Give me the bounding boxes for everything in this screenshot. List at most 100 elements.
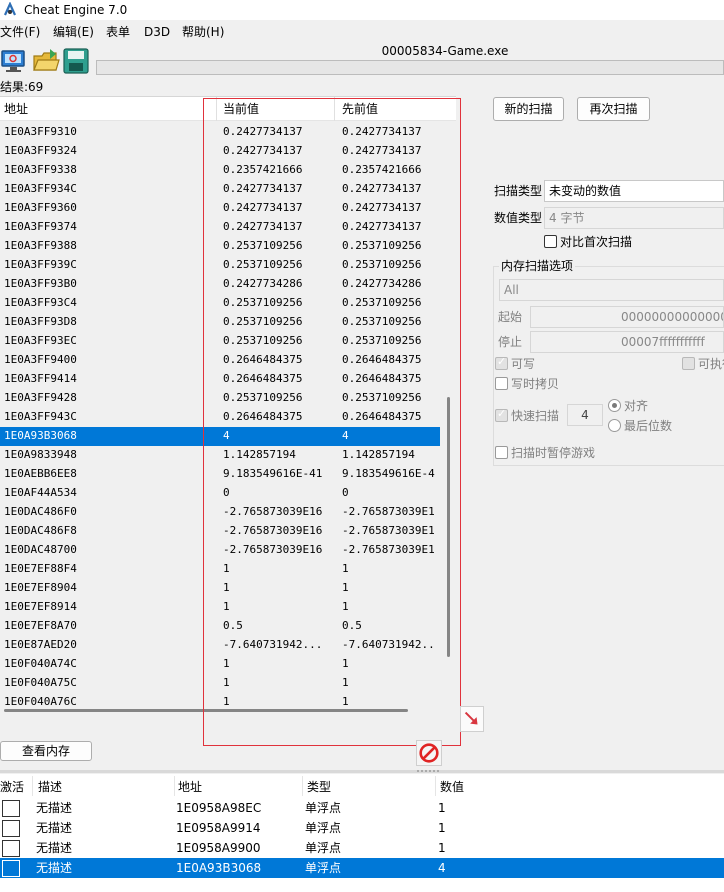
result-row[interactable]: 1E0A93B3068 4 4 [0,427,440,446]
result-value: -2.765873039E16 [223,524,323,537]
column-header-value[interactable]: 当前值 [223,102,259,116]
save-icon[interactable] [62,47,90,75]
result-row[interactable]: 1E0A3FF9414 0.2646484375 0.2646484375 [0,370,440,389]
result-row[interactable]: 1E0DAC486F8 -2.765873039E16 -2.765873039E1 [0,522,440,541]
results-vertical-scrollbar[interactable] [440,121,456,716]
result-row[interactable]: 1E0A3FF9324 0.2427734137 0.2427734137 [0,142,440,161]
scan-type-select[interactable]: 未变动的数值 [544,180,724,202]
result-row[interactable]: 1E0A3FF9310 0.2427734137 0.2427734137 [0,123,440,142]
fast-scan-checkbox[interactable] [495,407,508,422]
next-scan-button[interactable]: 再次扫描 [577,97,650,121]
value-type-select[interactable]: 4 字节 [544,207,724,229]
result-address: 1E0A3FF93B0 [4,277,77,290]
executable-label: 可执行 [698,357,724,371]
result-row[interactable]: 1E0A3FF93C4 0.2537109256 0.2537109256 [0,294,440,313]
result-row[interactable]: 1E0E7EF8904 1 1 [0,579,440,598]
column-divider[interactable] [302,776,303,796]
result-row[interactable]: 1E0AEBB6EE8 9.183549616E-41 9.183549616E-4 [0,465,440,484]
menu-file[interactable]: 文件(F) [0,25,40,39]
result-row[interactable]: 1E0F040A74C 1 1 [0,655,440,674]
pause-game-checkbox[interactable] [495,446,508,459]
memory-region-select[interactable]: All [499,279,724,301]
column-divider[interactable] [174,776,175,796]
column-divider[interactable] [32,776,33,796]
open-folder-icon[interactable] [32,47,60,75]
executable-checkbox[interactable] [682,357,695,370]
start-address-input[interactable]: 0000000000000000 [530,306,724,328]
address-list-row[interactable]: 无描述 1E0A93B3068 单浮点 4 [0,858,724,878]
column-header-address[interactable]: 地址 [178,780,202,794]
address-list-row[interactable]: 无描述 1E0958A9900 单浮点 1 [0,838,724,858]
scroll-thumb[interactable] [447,397,450,657]
stop-icon[interactable] [416,740,442,766]
writable-label: 可写 [511,357,536,371]
column-header-previous[interactable]: 先前值 [342,102,378,116]
writable-checkbox[interactable] [495,355,508,370]
new-scan-button[interactable]: 新的扫描 [493,97,564,121]
address-list[interactable]: 激活 描述 地址 类型 数值 无描述 1E0958A98EC 单浮点 1 无描述 1E09… [0,774,724,892]
result-previous-value: 0.2537109256 [342,334,422,347]
scan-results-list[interactable]: 地址 当前值 先前值 1E0A3FF9310 0.2427734137 0.2427… [0,96,456,716]
panel-splitter[interactable] [0,770,724,773]
menu-edit[interactable]: 编辑(E) [53,25,94,39]
active-checkbox[interactable] [2,840,20,857]
select-process-icon[interactable] [0,47,28,75]
result-row[interactable]: 1E0A3FF9400 0.2646484375 0.2646484375 [0,351,440,370]
copy-on-write-checkbox[interactable] [495,377,508,390]
column-header-address[interactable]: 地址 [4,102,28,116]
result-row[interactable]: 1E0A3FF934C 0.2427734137 0.2427734137 [0,180,440,199]
stop-address-input[interactable]: 00007fffffffffff [530,331,724,353]
result-address: 1E0A3FF9388 [4,239,77,252]
address-list-row[interactable]: 无描述 1E0958A9914 单浮点 1 [0,818,724,838]
result-row[interactable]: 1E0E7EF8914 1 1 [0,598,440,617]
align-radio[interactable] [608,399,621,412]
menu-help[interactable]: 帮助(H) [182,25,224,39]
active-checkbox[interactable] [2,860,20,877]
result-previous-value: 0.2357421666 [342,163,422,176]
result-address: 1E0A3FF9428 [4,391,77,404]
column-header-description[interactable]: 描述 [38,780,62,794]
splitter-grip-icon[interactable] [414,769,442,773]
result-row[interactable]: 1E0A3FF93EC 0.2537109256 0.2537109256 [0,332,440,351]
result-row[interactable]: 1E0A3FF93D8 0.2537109256 0.2537109256 [0,313,440,332]
result-row[interactable]: 1E0DAC48700 -2.765873039E16 -2.765873039E1 [0,541,440,560]
column-header-value[interactable]: 数值 [440,780,464,794]
result-value: 1 [223,695,230,708]
result-value: 0.2427734137 [223,201,303,214]
result-value: 0.2357421666 [223,163,303,176]
result-row[interactable]: 1E0A9833948 1.142857194 1.142857194 [0,446,440,465]
results-horizontal-scrollbar[interactable] [4,709,408,712]
active-checkbox[interactable] [2,800,20,817]
result-row[interactable]: 1E0F040A75C 1 1 [0,674,440,693]
result-row[interactable]: 1E0E7EF8A70 0.5 0.5 [0,617,440,636]
result-row[interactable]: 1E0A3FF9374 0.2427734137 0.2427734137 [0,218,440,237]
result-row[interactable]: 1E0A3FF9360 0.2427734137 0.2427734137 [0,199,440,218]
column-divider[interactable] [435,776,436,796]
add-to-list-arrow-icon[interactable] [460,706,484,732]
column-divider[interactable] [216,97,217,121]
active-checkbox[interactable] [2,820,20,837]
result-row[interactable]: 1E0A3FF9388 0.2537109256 0.2537109256 [0,237,440,256]
result-row[interactable]: 1E0A3FF9428 0.2537109256 0.2537109256 [0,389,440,408]
scan-progress-bar [96,60,724,75]
result-value: 1.142857194 [223,448,296,461]
column-header-active[interactable]: 激活 [0,780,24,794]
result-row[interactable]: 1E0E87AED20 -7.640731942... -7.640731942.. [0,636,440,655]
menu-d3d[interactable]: D3D [144,25,170,39]
view-memory-button[interactable]: 查看内存 [0,741,92,761]
result-row[interactable]: 1E0E7EF88F4 1 1 [0,560,440,579]
last-digits-radio[interactable] [608,419,621,432]
result-row[interactable]: 1E0A3FF93B0 0.2427734286 0.2427734286 [0,275,440,294]
column-header-type[interactable]: 类型 [307,780,331,794]
menu-table[interactable]: 表单 [106,25,130,39]
address-list-row[interactable]: 无描述 1E0958A98EC 单浮点 1 [0,798,724,818]
column-divider[interactable] [334,97,335,121]
result-row[interactable]: 1E0A3FF943C 0.2646484375 0.2646484375 [0,408,440,427]
fast-scan-alignment-input[interactable]: 4 [567,404,603,426]
result-row[interactable]: 1E0A3FF9338 0.2357421666 0.2357421666 [0,161,440,180]
result-row[interactable]: 1E0DAC486F0 -2.765873039E16 -2.765873039E1 [0,503,440,522]
result-row[interactable]: 1E0A3FF939C 0.2537109256 0.2537109256 [0,256,440,275]
result-value: 0.2427734137 [223,182,303,195]
compare-first-checkbox[interactable] [544,235,557,248]
result-row[interactable]: 1E0AF44A534 0 0 [0,484,440,503]
